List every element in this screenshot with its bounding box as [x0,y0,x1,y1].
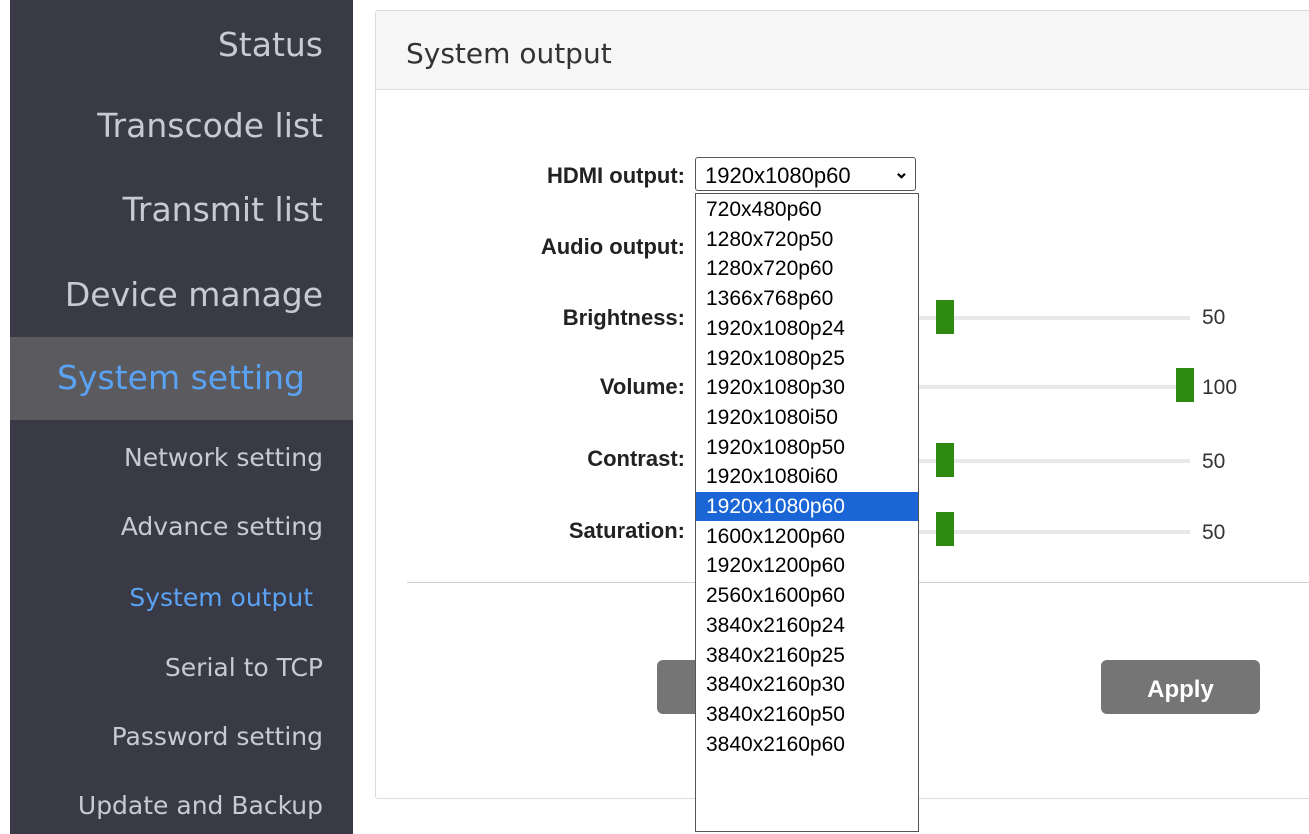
sidebar-item-update-and-backup[interactable]: Update and Backup [78,791,323,820]
dropdown-option[interactable]: 1920x1080i50 [696,403,918,432]
sidebar-item-system-setting[interactable]: System setting [57,358,305,397]
dropdown-option[interactable]: 3840x2160p30 [696,670,918,699]
sidebar-item-status[interactable]: Status [218,25,323,64]
sidebar: Status Transcode list Transmit list Devi… [10,0,363,834]
brightness-value: 50 [1202,306,1226,329]
panel-header: System output [376,11,1309,90]
dropdown-option[interactable]: 1366x768p60 [696,284,918,313]
hdmi-output-value: 1920x1080p60 [705,163,851,188]
saturation-value: 50 [1202,521,1226,544]
dropdown-option[interactable]: 3840x2160p50 [696,700,918,729]
dropdown-option[interactable]: 1920x1080p24 [696,314,918,343]
cancel-button[interactable] [657,660,697,714]
apply-button[interactable]: Apply [1101,660,1260,714]
sidebar-item-transmit-list[interactable]: Transmit list [123,190,323,229]
sidebar-item-network-setting[interactable]: Network setting [124,443,323,472]
active-item-caret-icon [353,591,363,609]
brightness-label: Brightness: [562,305,685,330]
volume-slider-thumb[interactable] [1176,368,1194,402]
contrast-slider-track[interactable] [918,459,1190,463]
dropdown-option[interactable]: 1920x1080p30 [696,373,918,402]
panel-title: System output [406,37,612,70]
saturation-slider-track[interactable] [918,530,1190,534]
saturation-label: Saturation: [568,518,685,543]
dropdown-option[interactable]: 1920x1080i60 [696,462,918,491]
sidebar-item-serial-to-tcp[interactable]: Serial to TCP [165,653,323,682]
volume-value: 100 [1202,376,1238,399]
dropdown-option[interactable]: 3840x2160p25 [696,641,918,670]
dropdown-option[interactable]: 2560x1600p60 [696,581,918,610]
contrast-value: 50 [1202,450,1226,473]
volume-slider-track[interactable] [918,385,1190,389]
audio-output-label: Audio output: [540,234,685,259]
dropdown-option[interactable]: 1280x720p60 [696,254,918,283]
dropdown-option[interactable]: 1920x1080p60 [696,492,918,521]
dropdown-option[interactable]: 720x480p60 [696,195,918,224]
hdmi-output-label: HDMI output: [546,163,685,188]
dropdown-option[interactable]: 1920x1080p25 [696,344,918,373]
sidebar-item-advance-setting[interactable]: Advance setting [121,512,323,541]
dropdown-option[interactable]: 1920x1080p50 [696,433,918,462]
contrast-label: Contrast: [587,446,685,471]
hdmi-output-select[interactable]: 1920x1080p60 ⌄ [695,157,916,191]
sidebar-item-password-setting[interactable]: Password setting [112,722,323,751]
brightness-slider-track[interactable] [918,316,1190,320]
dropdown-option[interactable]: 1280x720p50 [696,225,918,254]
saturation-slider-thumb[interactable] [936,512,954,546]
brightness-slider-thumb[interactable] [936,300,954,334]
sidebar-item-system-output[interactable]: System output [129,583,313,612]
volume-label: Volume: [599,374,685,399]
sidebar-item-device-manage[interactable]: Device manage [65,275,323,314]
dropdown-option[interactable]: 3840x2160p60 [696,730,918,759]
dropdown-option[interactable]: 1600x1200p60 [696,522,918,551]
dropdown-option[interactable]: 1920x1200p60 [696,551,918,580]
chevron-down-icon: ⌄ [893,162,909,182]
sidebar-item-transcode-list[interactable]: Transcode list [97,106,323,145]
hdmi-output-options-list[interactable]: 720x480p60 1280x720p50 1280x720p60 1366x768… [695,193,919,832]
contrast-slider-thumb[interactable] [936,443,954,477]
dropdown-option[interactable]: 3840x2160p24 [696,611,918,640]
